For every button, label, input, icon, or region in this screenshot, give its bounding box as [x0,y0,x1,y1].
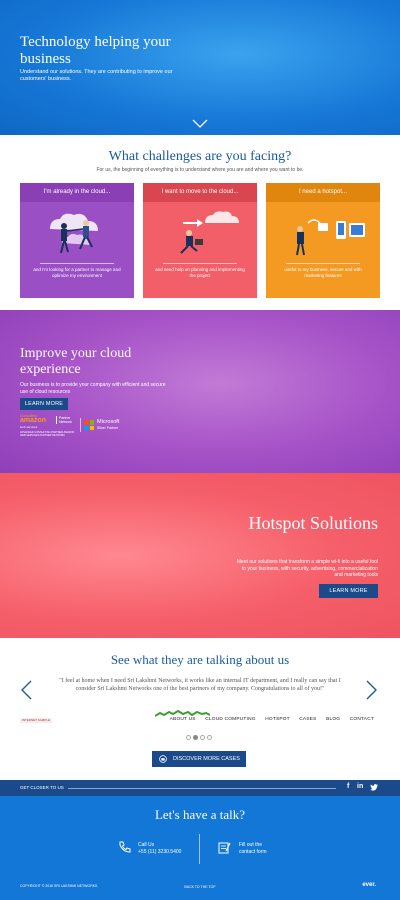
card-divider [40,263,114,264]
discover-button-label: DISCOVER MORE CASES [173,756,240,762]
testimonials-title: See what they are talking about us [110,652,290,667]
challenge-card-header: I'm already in the cloud... [20,183,134,202]
client-nav-item[interactable]: BLOG [326,717,340,722]
cloud-learn-more-button[interactable]: LEARN MORE [20,398,68,410]
challenge-card-header: I need a hotspot... [266,183,380,202]
footer-divider [199,834,200,864]
hero-section: Technology helping your business Underst… [0,0,400,135]
cloud-title: Improve your cloud experience [20,346,132,377]
agency-logo[interactable]: ever. [362,882,376,888]
client-nav-item[interactable]: CASES [299,717,316,722]
facebook-icon[interactable]: f [347,783,349,790]
social-bar-label: GET CLOSER TO US [20,785,64,790]
aws-amazon-label: amazon [20,417,47,424]
cloud-text: Our business is to provide your company … [20,382,166,395]
partner-logos: Consulting amazon web services Partner N… [20,414,130,440]
challenge-card-hotspot[interactable]: I need a hotspot... useful to my busines… [266,183,380,298]
aws-web-services-label: web services [20,425,38,429]
social-bar-divider [68,788,336,789]
hotspot-section: Hotspot Solutions Meet our solutions tha… [0,473,400,638]
carousel-dot[interactable] [207,735,212,740]
back-to-top-link[interactable]: BACK TO THE TOP [0,885,400,889]
client-nav-item[interactable]: CLOUD COMPUTING [205,717,255,722]
microsoft-partner-logo: Microsoft Silver Partner [80,418,119,432]
challenges-title: What challenges are you facing? [108,149,292,164]
aws-partner-logo: Consulting amazon web services Partner N… [20,414,76,437]
footer-title: Let's have a talk? [154,807,246,822]
phone-icon [119,841,131,853]
hotspot-learn-more-button[interactable]: LEARN MORE [319,584,378,598]
cases-icon [159,755,167,763]
carousel-dot[interactable] [186,735,191,740]
testimonial-quote: "I feel at home when I need Sri Lakshmi … [59,678,341,692]
card-divider [286,263,360,264]
client-site-preview: INTERNET SAMPLE ABOUT US CLOUD COMPUTING… [20,710,380,724]
microsoft-icon [84,420,94,430]
social-bar: GET CLOSER TO US f in [0,780,400,796]
card-divider [163,263,237,264]
testimonials-section: See what they are talking about us "I fe… [0,638,400,780]
chevron-left-icon[interactable] [20,680,32,700]
challenge-card-text: and I'm looking for a partner to manage … [33,267,121,278]
call-us-link[interactable]: Call Us +55 (11) 3230.5400 [118,840,208,860]
carousel-dot[interactable] [193,735,198,740]
microsoft-name: Microsoft [97,419,120,425]
client-nav: ABOUT US CLOUD COMPUTING HOTSPOT CASES B… [162,717,374,722]
challenge-card-text: and need help on planning and implementi… [155,267,245,278]
hotspot-text: Meet our solutions that transform a simp… [236,559,378,578]
hotspot-title: Hotspot Solutions [248,513,378,533]
client-nav-item[interactable]: HOTSPOT [265,717,290,722]
challenges-subtitle: For us, the beginning of everything is t… [96,167,304,173]
call-us-number: +55 (11) 3230.5400 [138,848,182,855]
person-to-cloud-icon [180,211,239,254]
hero-title: Technology helping your business [20,34,171,67]
challenge-card-header: I want to move to the cloud... [143,183,257,202]
chevron-right-icon[interactable] [366,680,378,700]
contact-form-link[interactable]: Fill out the contact form [218,840,298,860]
contact-form-line2: contact form [239,848,267,855]
client-logo: INTERNET SAMPLE [20,718,52,723]
carousel-dots [186,735,214,740]
footer: Let's have a talk? Call Us +55 (11) 3230… [0,796,400,900]
aws-advanced-partner-label: ADVANCED CONSULTING PARTNER AMAZON WEB S… [20,431,75,437]
linkedin-icon[interactable]: in [357,783,363,790]
cloud-section: Improve your cloud experience Our busine… [0,310,400,473]
discover-more-cases-button[interactable]: DISCOVER MORE CASES [152,751,246,767]
client-nav-item[interactable]: ABOUT US [170,717,196,722]
challenge-card-move[interactable]: I want to move to the cloud... and need … [143,183,257,298]
aws-partner-network-label: Partner Network [56,416,72,424]
challenge-card-cloud[interactable]: I'm already in the cloud... and I'm look… [20,183,134,298]
form-icon [218,842,231,854]
challenge-card-text: useful to my business, secure and with m… [284,267,362,278]
carousel-dot[interactable] [200,735,205,740]
people-on-cloud-icon [50,213,98,254]
hotspot-devices-icon [296,219,365,256]
client-nav-item[interactable]: CONTACT [350,717,374,722]
microsoft-tag: Silver Partner [97,426,119,430]
challenges-section: What challenges are you facing? For us, … [0,135,400,310]
hero-subtitle: Understand our solutions. They are contr… [20,69,173,82]
chevron-down-icon[interactable] [192,119,208,128]
twitter-icon[interactable] [370,784,378,791]
